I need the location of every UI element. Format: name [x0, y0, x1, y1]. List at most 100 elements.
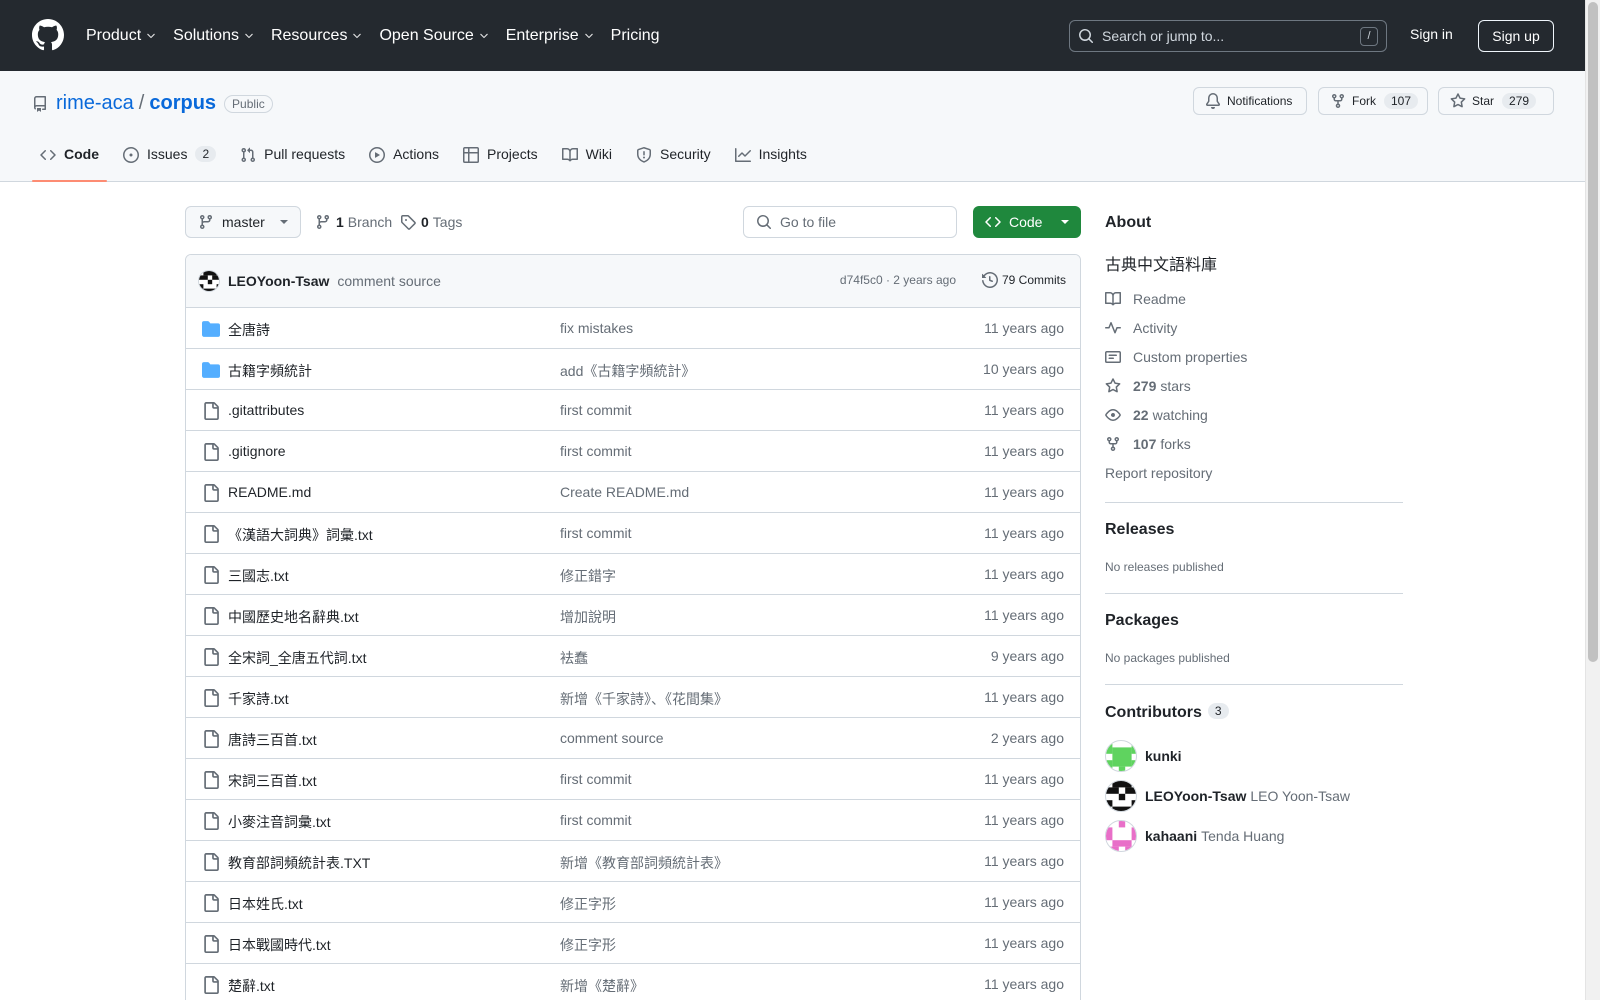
file-row[interactable]: README.md Create README.md 11 years ago [186, 472, 1080, 513]
forks-link[interactable]: 107 forks [1105, 436, 1191, 452]
star-button[interactable]: Star 279 [1438, 87, 1554, 115]
file-name-link[interactable]: .gitignore [228, 443, 286, 459]
file-name-link[interactable]: 小麥注音詞彙.txt [228, 812, 331, 832]
commit-author-link[interactable]: LEOYoon-Tsaw [228, 273, 329, 289]
file-row[interactable]: .gitattributes first commit 11 years ago [186, 390, 1080, 431]
commit-message-link[interactable]: 新增《教育部詞頻統計表》 [560, 853, 728, 873]
file-name-link[interactable]: 中國歷史地名辭典.txt [228, 607, 359, 627]
repo-name-link[interactable]: corpus [149, 92, 216, 115]
avatar[interactable] [198, 270, 220, 292]
commits-history-link[interactable]: 79 Commits [981, 272, 1066, 288]
tab-issues[interactable]: Issues 2 [115, 140, 224, 182]
file-name-link[interactable]: 日本姓氏.txt [228, 894, 303, 914]
commit-message-link[interactable]: 新增《楚辭》 [560, 976, 644, 996]
file-name-link[interactable]: .gitattributes [228, 402, 304, 418]
branch-selector[interactable]: master [185, 206, 301, 238]
commit-message-link[interactable]: comment source [337, 273, 440, 289]
readme-link[interactable]: Readme [1105, 291, 1186, 307]
packages-heading[interactable]: Packages [1105, 612, 1179, 630]
fork-button[interactable]: Fork 107 [1318, 87, 1428, 115]
search-input[interactable]: Search or jump to... / [1069, 20, 1387, 52]
contributor-item[interactable]: kunki [1105, 740, 1186, 772]
github-logo-icon[interactable] [32, 19, 64, 51]
file-name-link[interactable]: 三國志.txt [228, 566, 289, 586]
commit-message-link[interactable]: fix mistakes [560, 320, 633, 336]
nav-open-source[interactable]: Open Source [379, 27, 489, 45]
commit-message-link[interactable]: first commit [560, 812, 632, 828]
avatar[interactable] [1105, 740, 1137, 772]
file-name-link[interactable]: 唐詩三百首.txt [228, 730, 317, 750]
file-row[interactable]: 日本戰國時代.txt 修正字形 11 years ago [186, 923, 1080, 964]
watchers-link[interactable]: 22 watching [1105, 407, 1208, 423]
commit-message-link[interactable]: first commit [560, 771, 632, 787]
file-row[interactable]: 教育部詞頻統計表.TXT 新增《教育部詞頻統計表》 11 years ago [186, 841, 1080, 882]
file-row[interactable]: 三國志.txt 修正錯字 11 years ago [186, 554, 1080, 595]
file-row[interactable]: .gitignore first commit 11 years ago [186, 431, 1080, 472]
releases-heading[interactable]: Releases [1105, 521, 1174, 539]
avatar[interactable] [1105, 780, 1137, 812]
file-row[interactable]: 宋詞三百首.txt first commit 11 years ago [186, 759, 1080, 800]
tab-actions[interactable]: Actions [361, 140, 447, 182]
commit-message-link[interactable]: Create README.md [560, 484, 689, 500]
file-name-link[interactable]: 千家詩.txt [228, 689, 289, 709]
commit-message-link[interactable]: 增加說明 [560, 607, 616, 627]
go-to-file-input[interactable]: Go to file [743, 206, 957, 238]
code-dropdown-button[interactable]: Code [973, 206, 1081, 238]
file-row[interactable]: 中國歷史地名辭典.txt 增加說明 11 years ago [186, 595, 1080, 636]
tab-projects[interactable]: Projects [455, 140, 546, 182]
avatar[interactable] [1105, 820, 1137, 852]
file-row[interactable]: 唐詩三百首.txt comment source 2 years ago [186, 718, 1080, 759]
file-row[interactable]: 全宋詞_全唐五代詞.txt 袪蠢 9 years ago [186, 636, 1080, 677]
tab-pull-requests[interactable]: Pull requests [232, 140, 353, 182]
report-repository-link[interactable]: Report repository [1105, 465, 1212, 481]
file-row[interactable]: 楚辭.txt 新增《楚辭》 11 years ago [186, 964, 1080, 1000]
file-name-link[interactable]: 日本戰國時代.txt [228, 935, 331, 955]
custom-properties-link[interactable]: Custom properties [1105, 349, 1247, 365]
file-row[interactable]: 《漢語大詞典》詞彙.txt first commit 11 years ago [186, 513, 1080, 554]
commit-message-link[interactable]: 袪蠢 [560, 648, 588, 668]
repo-owner-link[interactable]: rime-aca [56, 92, 134, 115]
commit-message-link[interactable]: comment source [560, 730, 663, 746]
commit-message-link[interactable]: add《古籍字頻統計》 [560, 361, 695, 381]
activity-link[interactable]: Activity [1105, 320, 1177, 336]
nav-solutions[interactable]: Solutions [173, 27, 255, 45]
file-name-link[interactable]: 《漢語大詞典》詞彙.txt [228, 525, 373, 545]
notifications-button[interactable]: Notifications [1193, 87, 1307, 115]
file-row[interactable]: 千家詩.txt 新增《千家詩》、《花間集》 11 years ago [186, 677, 1080, 718]
file-name-link[interactable]: README.md [228, 484, 311, 500]
commit-message-link[interactable]: first commit [560, 525, 632, 541]
folder-row[interactable]: 全唐詩 fix mistakes 11 years ago [186, 308, 1080, 349]
scrollbar-thumb[interactable] [1588, 2, 1598, 662]
file-name-link[interactable]: 全唐詩 [228, 320, 270, 340]
file-name-link[interactable]: 宋詞三百首.txt [228, 771, 317, 791]
file-row[interactable]: 日本姓氏.txt 修正字形 11 years ago [186, 882, 1080, 923]
file-name-link[interactable]: 教育部詞頻統計表.TXT [228, 853, 370, 873]
stars-link[interactable]: 279 stars [1105, 378, 1191, 394]
commit-message-link[interactable]: first commit [560, 443, 632, 459]
tab-code[interactable]: Code [32, 140, 107, 182]
commit-message-link[interactable]: 新增《千家詩》、《花間集》 [560, 689, 728, 709]
file-row[interactable]: 小麥注音詞彙.txt first commit 11 years ago [186, 800, 1080, 841]
nav-resources[interactable]: Resources [271, 27, 363, 45]
file-name-link[interactable]: 楚辭.txt [228, 976, 275, 996]
commit-message-link[interactable]: first commit [560, 402, 632, 418]
branches-link[interactable]: 1 Branch [315, 214, 392, 230]
commit-sha-age[interactable]: d74f5c0 · 2 years ago [840, 273, 956, 287]
commit-message-link[interactable]: 修正字形 [560, 894, 616, 914]
nav-pricing[interactable]: Pricing [611, 27, 660, 45]
sign-up-button[interactable]: Sign up [1478, 20, 1554, 52]
nav-product[interactable]: Product [86, 27, 157, 45]
tab-security[interactable]: Security [628, 140, 719, 182]
folder-row[interactable]: 古籍字頻統計 add《古籍字頻統計》 10 years ago [186, 349, 1080, 390]
tab-wiki[interactable]: Wiki [554, 140, 620, 182]
commit-message-link[interactable]: 修正字形 [560, 935, 616, 955]
tags-link[interactable]: 0 Tags [400, 214, 462, 230]
contributor-item[interactable]: kahaani Tenda Huang [1105, 820, 1284, 852]
file-name-link[interactable]: 全宋詞_全唐五代詞.txt [228, 648, 366, 668]
tab-insights[interactable]: Insights [727, 140, 815, 182]
sign-in-link[interactable]: Sign in [1410, 26, 1453, 42]
contributors-heading[interactable]: Contributors 3 [1105, 703, 1229, 722]
nav-enterprise[interactable]: Enterprise [506, 27, 595, 45]
file-name-link[interactable]: 古籍字頻統計 [228, 361, 312, 381]
contributor-item[interactable]: LEOYoon-Tsaw LEO Yoon-Tsaw [1105, 780, 1350, 812]
